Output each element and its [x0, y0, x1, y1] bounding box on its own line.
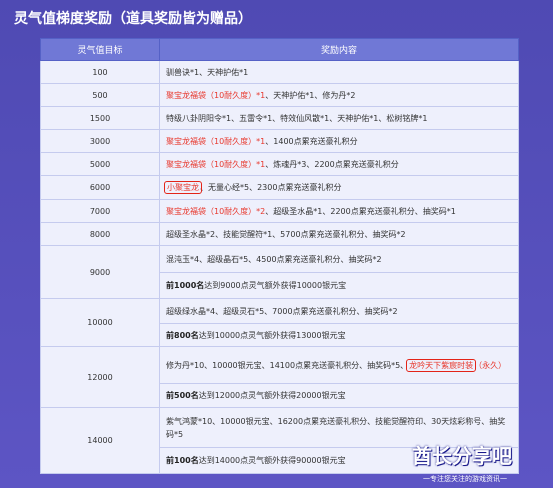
reward-text: 达到9000点灵气额外获得10000银元宝 [204, 281, 347, 290]
reward-text: 驯兽诀*1、天神护佑*1 [166, 67, 249, 77]
table-row: 3000 聚宝龙福袋（10耐久度）*1、1400点累充送豪礼积分 [40, 129, 519, 153]
highlight-reward: 聚宝龙福袋（10耐久度）*1 [166, 90, 266, 100]
reward-cell: 聚宝龙福袋（10耐久度）*1、1400点累充送豪礼积分 [159, 129, 519, 153]
reward-cell: 混沌玉*4、超级晶石*5、4500点累充送豪礼积分、抽奖码*2 [159, 245, 519, 273]
table-row: 100 驯兽诀*1、天神护佑*1 [40, 60, 519, 84]
reward-cell: 前800名达到10000点灵气额外获得13000银元宝 [159, 323, 519, 347]
reward-text: 达到10000点灵气额外获得13000银元宝 [198, 330, 346, 340]
watermark-logo-text: 酋长分享吧 [412, 444, 512, 468]
rank-limit-label: 前1000名 [166, 281, 205, 290]
reward-text: 达到12000点灵气额外获得20000银元宝 [198, 391, 346, 400]
table-row: 12000 修为丹*10、10000银元宝、14100点累充送豪礼积分、抽奖码*5… [40, 346, 519, 408]
table-row: 7000 聚宝龙福袋（10耐久度）*2、超级圣水晶*1、2200点累充送豪礼积分、… [40, 199, 519, 223]
target-value: 3000 [40, 129, 160, 153]
reward-cell: 前1000名达到9000点灵气额外获得10000银元宝 [159, 272, 519, 299]
target-value: 5000 [40, 152, 160, 176]
target-value: 7000 [40, 199, 160, 223]
table-row: 5000 聚宝龙福袋（10耐久度）*1、炼魂丹*3、2200点累充送豪礼积分 [40, 152, 519, 176]
highlight-reward: 聚宝龙福袋（10耐久度）*1 [166, 136, 266, 146]
target-value: 10000 [40, 298, 160, 347]
watermark-slogan: 一专注您关注的游戏资讯一 [423, 475, 507, 483]
highlight-reward: （永久） [474, 360, 507, 370]
reward-cell: 聚宝龙福袋（10耐久度）*2、超级圣水晶*1、2200点累充送豪礼积分、抽奖码*… [159, 199, 519, 223]
reward-table-body: 100 驯兽诀*1、天神护佑*1 500 聚宝龙福袋（10耐久度）*1、天神护佑*1、… [40, 60, 519, 474]
table-row: 9000 混沌玉*4、超级晶石*5、4500点累充送豪礼积分、抽奖码*2 [40, 245, 519, 299]
reward-text: 超级圣水晶*2、技能觉醒符*1、5700点累充送豪礼积分、抽奖码*2 [166, 229, 406, 239]
reward-text: 紫气鸿蒙*10、10000银元宝、16200点累充送豪礼积分、技能觉醒符印、30… [166, 416, 506, 439]
reward-text: 、天神护佑*1、修为丹*2 [265, 90, 356, 100]
target-value: 9000 [40, 245, 160, 299]
reward-text: 、无量心经*5、2300点累充送豪礼积分 [200, 183, 342, 192]
reward-text: 混沌玉*4、超级晶石*5、4500点累充送豪礼积分、抽奖码*2 [166, 254, 382, 264]
reward-cell: 聚宝龙福袋（10耐久度）*1、天神护佑*1、修为丹*2 [159, 83, 519, 107]
table-row: 1500 特级八卦阴阳令*1、五雷令*1、特效仙风散*1、天神护佑*1、松树铭牌*… [40, 106, 519, 130]
reward-cell: 超级圣水晶*2、技能觉醒符*1、5700点累充送豪礼积分、抽奖码*2 [159, 222, 519, 246]
rank-limit-label: 前100名 [166, 456, 199, 465]
reward-cell: 聚宝龙福袋（10耐久度）*1、炼魂丹*3、2200点累充送豪礼积分 [159, 152, 519, 176]
highlight-reward: 聚宝龙福袋（10耐久度）*1 [166, 159, 266, 169]
target-value: 6000 [40, 175, 160, 200]
reward-cell: 超级绿水晶*4、超级灵石*5、7000点累充送豪礼积分、抽奖码*2 [159, 298, 519, 324]
table-row: 10000 超级绿水晶*4、超级灵石*5、7000点累充送豪礼积分、抽奖码*2 [40, 298, 519, 347]
column-header-target: 灵气值目标 [40, 38, 160, 61]
target-value: 8000 [40, 222, 160, 246]
target-value: 1500 [40, 106, 160, 130]
target-value: 12000 [40, 346, 160, 408]
reward-cell: 前500名达到12000点灵气额外获得20000银元宝 [159, 383, 519, 408]
reward-cell: 修为丹*10、10000银元宝、14100点累充送豪礼积分、抽奖码*5、龙吟天下… [159, 346, 519, 384]
table-row: 500 聚宝龙福袋（10耐久度）*1、天神护佑*1、修为丹*2 [40, 83, 519, 107]
boxed-highlight-reward: 龙吟天下紫宸时装 [406, 358, 477, 372]
rank-limit-label: 前800名 [166, 330, 199, 340]
reward-text: 特级八卦阴阳令*1、五雷令*1、特效仙风散*1、天神护佑*1、松树铭牌*1 [166, 113, 428, 123]
table-row: 8000 超级圣水晶*2、技能觉醒符*1、5700点累充送豪礼积分、抽奖码*2 [40, 222, 519, 246]
target-value: 100 [40, 60, 160, 84]
highlight-reward: 聚宝龙福袋（10耐久度）*2 [166, 206, 266, 216]
table-header-row: 灵气值目标 奖励内容 [40, 38, 519, 61]
table-row: 6000 小聚宝龙、无量心经*5、2300点累充送豪礼积分 [40, 175, 519, 200]
rank-limit-label: 前500名 [166, 391, 199, 400]
page-title: 灵气值梯度奖励（道具奖励皆为赠品） [14, 11, 252, 27]
column-header-reward: 奖励内容 [159, 38, 519, 61]
reward-table: 灵气值目标 奖励内容 100 驯兽诀*1、天神护佑*1 500 聚宝龙福袋（10耐久度… [40, 38, 519, 474]
reward-text: 、1400点累充送豪礼积分 [265, 136, 358, 146]
reward-cell: 驯兽诀*1、天神护佑*1 [159, 60, 519, 84]
reward-text: 超级绿水晶*4、超级灵石*5、7000点累充送豪礼积分、抽奖码*2 [166, 306, 398, 316]
target-value: 14000 [40, 407, 160, 474]
boxed-highlight-reward: 小聚宝龙 [164, 181, 202, 194]
reward-text: 、超级圣水晶*1、2200点累充送豪礼积分、抽奖码*1 [265, 206, 456, 216]
target-value: 500 [40, 83, 160, 107]
reward-cell: 特级八卦阴阳令*1、五雷令*1、特效仙风散*1、天神护佑*1、松树铭牌*1 [159, 106, 519, 130]
reward-text: 修为丹*10、10000银元宝、14100点累充送豪礼积分、抽奖码*5、 [166, 360, 409, 370]
reward-text: 达到14000点灵气额外获得90000银元宝 [198, 456, 346, 465]
reward-cell: 小聚宝龙、无量心经*5、2300点累充送豪礼积分 [159, 175, 519, 200]
reward-text: 、炼魂丹*3、2200点累充送豪礼积分 [265, 159, 399, 169]
